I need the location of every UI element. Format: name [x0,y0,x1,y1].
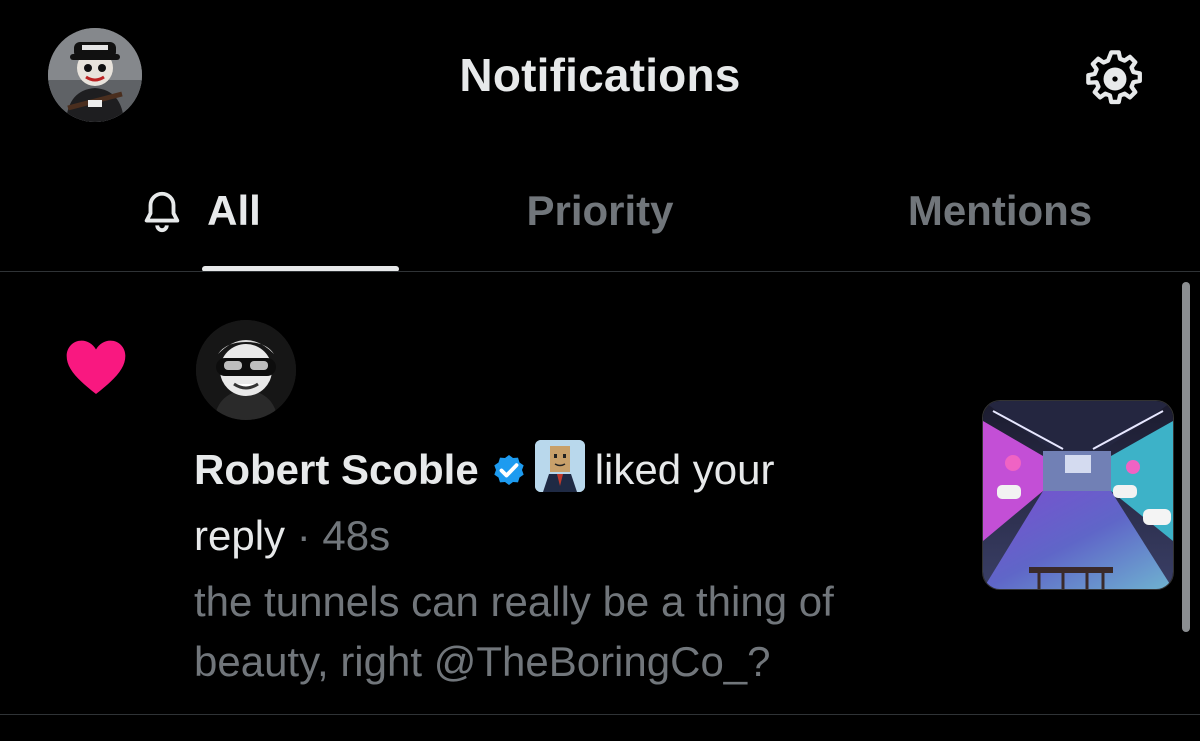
actor-avatar[interactable] [196,320,296,420]
settings-button[interactable] [1082,46,1148,112]
scrollbar[interactable] [1182,282,1190,632]
tab-all[interactable]: All [100,150,399,272]
avatar-image [196,320,296,420]
tab-priority[interactable]: Priority [450,150,750,272]
tab-all-label: All [207,187,261,234]
time-separator: · [296,512,311,559]
tab-mentions[interactable]: Mentions [860,150,1140,272]
action-text: liked your [594,446,775,493]
name-emoji-icon [534,440,585,492]
tunnel-image [983,401,1173,589]
tab-bar: All Priority Mentions [0,150,1200,272]
verified-badge-icon [489,446,529,506]
media-thumbnail[interactable] [982,400,1174,590]
bell-icon [139,188,185,234]
page-title: Notifications [459,49,741,101]
notification-item[interactable]: Robert Scoble liked your reply · 48s the … [0,272,1200,714]
header: Notifications [0,0,1200,150]
target-text[interactable]: reply [194,512,285,559]
tab-mentions-label: Mentions [907,187,1093,234]
tab-priority-label: Priority [526,187,674,234]
heart-icon [64,336,128,396]
timestamp: 48s [322,512,391,559]
gear-icon [1086,50,1142,105]
notification-text: Robert Scoble liked your reply · 48s [194,440,934,566]
actor-name[interactable]: Robert Scoble [194,446,479,493]
quoted-reply-text: the tunnels can really be a thing of bea… [194,578,834,685]
item-divider [0,714,1200,715]
